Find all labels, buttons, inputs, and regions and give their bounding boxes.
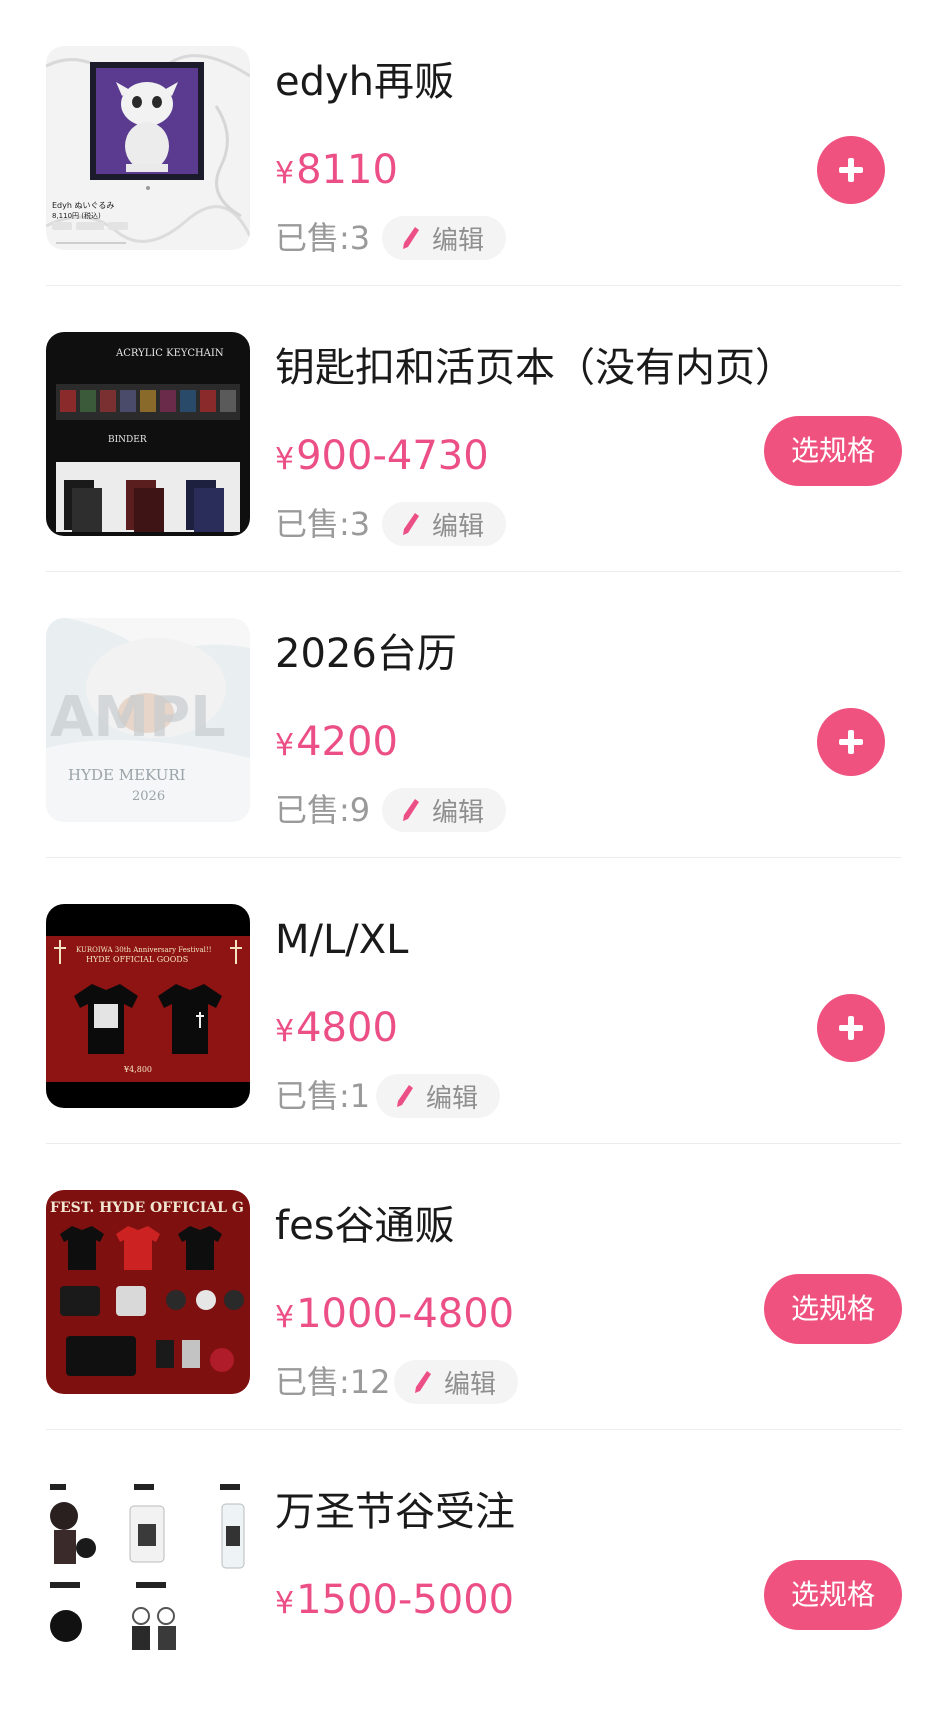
product-item[interactable]: KUROIWA 30th Anniversary Festival!! HYDE…	[0, 858, 947, 1144]
product-image	[46, 1476, 250, 1680]
product-price: ¥900-4730	[275, 428, 489, 488]
pencil-icon	[403, 799, 419, 821]
sold-count: 已售:3	[275, 219, 371, 257]
product-item[interactable]: ACRYLIC KEYCHAIN BINDER 钥匙扣和活页本（没有内页） ¥9…	[0, 286, 947, 572]
svg-text:ACRYLIC KEYCHAIN: ACRYLIC KEYCHAIN	[115, 348, 224, 359]
price-value: 900-4730	[296, 433, 489, 479]
product-price: ¥1500-5000	[275, 1572, 514, 1632]
price-value: 4800	[296, 1005, 398, 1051]
currency-symbol: ¥	[275, 1586, 295, 1621]
product-thumbnail[interactable]: ACRYLIC KEYCHAIN BINDER	[46, 332, 250, 536]
svg-text:AMPL: AMPL	[50, 685, 226, 750]
product-title[interactable]: 万圣节谷受注	[275, 1484, 515, 1540]
svg-text:HYDE OFFICIAL GOODS: HYDE OFFICIAL GOODS	[86, 955, 188, 964]
edit-button[interactable]: 编辑	[382, 216, 507, 260]
edit-button[interactable]: 编辑	[382, 788, 507, 832]
product-title[interactable]: 2026台历	[275, 626, 457, 682]
product-thumbnail[interactable]: AMPL HYDE MEKURI 2026	[46, 618, 250, 822]
currency-symbol: ¥	[275, 156, 295, 191]
edit-label: 编辑	[432, 797, 485, 828]
select-spec-button[interactable]: 选规格	[764, 1560, 902, 1630]
edit-label: 编辑	[426, 1083, 479, 1114]
product-price: ¥1000-4800	[275, 1286, 514, 1346]
product-title[interactable]: M/L/XL	[275, 912, 408, 968]
pencil-icon	[403, 513, 419, 535]
product-price: ¥8110	[275, 142, 398, 202]
edit-label: 编辑	[432, 511, 485, 542]
price-value: 4200	[296, 719, 398, 765]
product-image: Edyh ぬいぐるみ 8,110円 (税込)	[46, 46, 250, 250]
price-value: 1500-5000	[296, 1577, 515, 1623]
svg-text:2026: 2026	[132, 789, 165, 804]
svg-text:¥4,800: ¥4,800	[123, 1065, 152, 1074]
svg-text:HYDE MEKURI: HYDE MEKURI	[68, 766, 186, 784]
edit-button[interactable]: 编辑	[376, 1074, 501, 1118]
add-to-cart-button[interactable]	[817, 136, 885, 204]
pencil-icon	[397, 1085, 413, 1107]
edit-label: 编辑	[444, 1369, 497, 1400]
plus-icon	[839, 730, 863, 754]
select-spec-button[interactable]: 选规格	[764, 1274, 902, 1344]
pencil-icon	[403, 227, 419, 249]
product-title[interactable]: edyh再贩	[275, 54, 454, 110]
product-item[interactable]: Edyh ぬいぐるみ 8,110円 (税込) edyh再贩 ¥8110 已售:3…	[0, 0, 947, 286]
product-title[interactable]: fes谷通贩	[275, 1198, 455, 1254]
product-item[interactable]: FEST. HYDE OFFICIAL G fes谷通贩 ¥1000-4800 …	[0, 1144, 947, 1430]
product-item[interactable]: AMPL HYDE MEKURI 2026 2026台历 ¥4200 已售:9 …	[0, 572, 947, 858]
currency-symbol: ¥	[275, 442, 295, 477]
product-thumbnail[interactable]	[46, 1476, 250, 1680]
svg-text:FEST. HYDE OFFICIAL G: FEST. HYDE OFFICIAL G	[50, 1200, 244, 1216]
product-title[interactable]: 钥匙扣和活页本（没有内页）	[275, 340, 795, 396]
product-image: FEST. HYDE OFFICIAL G	[46, 1190, 250, 1394]
currency-symbol: ¥	[275, 728, 295, 763]
sold-count: 已售:1	[275, 1077, 371, 1115]
product-item[interactable]: 万圣节谷受注 ¥1500-5000 选规格	[0, 1430, 947, 1716]
add-to-cart-button[interactable]	[817, 708, 885, 776]
sold-count: 已售:12	[275, 1363, 391, 1401]
product-thumbnail[interactable]: Edyh ぬいぐるみ 8,110円 (税込)	[46, 46, 250, 250]
edit-button[interactable]: 编辑	[394, 1360, 519, 1404]
sold-count: 已售:3	[275, 505, 371, 543]
product-price: ¥4200	[275, 714, 398, 774]
currency-symbol: ¥	[275, 1014, 295, 1049]
svg-text:KUROIWA 30th Anniversary Festi: KUROIWA 30th Anniversary Festival!!	[76, 946, 212, 954]
product-image: AMPL HYDE MEKURI 2026	[46, 618, 250, 822]
edit-label: 编辑	[432, 225, 485, 256]
pencil-icon	[415, 1371, 431, 1393]
product-price: ¥4800	[275, 1000, 398, 1060]
product-list: Edyh ぬいぐるみ 8,110円 (税込) edyh再贩 ¥8110 已售:3…	[0, 0, 947, 1716]
product-thumbnail[interactable]: FEST. HYDE OFFICIAL G	[46, 1190, 250, 1394]
price-value: 1000-4800	[296, 1291, 515, 1337]
svg-text:BINDER: BINDER	[108, 435, 147, 445]
plus-icon	[839, 1016, 863, 1040]
product-image: ACRYLIC KEYCHAIN BINDER	[46, 332, 250, 536]
select-spec-button[interactable]: 选规格	[764, 416, 902, 486]
product-thumbnail[interactable]: KUROIWA 30th Anniversary Festival!! HYDE…	[46, 904, 250, 1108]
product-image: KUROIWA 30th Anniversary Festival!! HYDE…	[46, 904, 250, 1108]
svg-text:Edyh ぬいぐるみ: Edyh ぬいぐるみ	[52, 201, 114, 210]
add-to-cart-button[interactable]	[817, 994, 885, 1062]
svg-text:8,110円 (税込): 8,110円 (税込)	[52, 211, 101, 220]
price-value: 8110	[296, 147, 398, 193]
plus-icon	[839, 158, 863, 182]
currency-symbol: ¥	[275, 1300, 295, 1335]
sold-count: 已售:9	[275, 791, 371, 829]
edit-button[interactable]: 编辑	[382, 502, 507, 546]
